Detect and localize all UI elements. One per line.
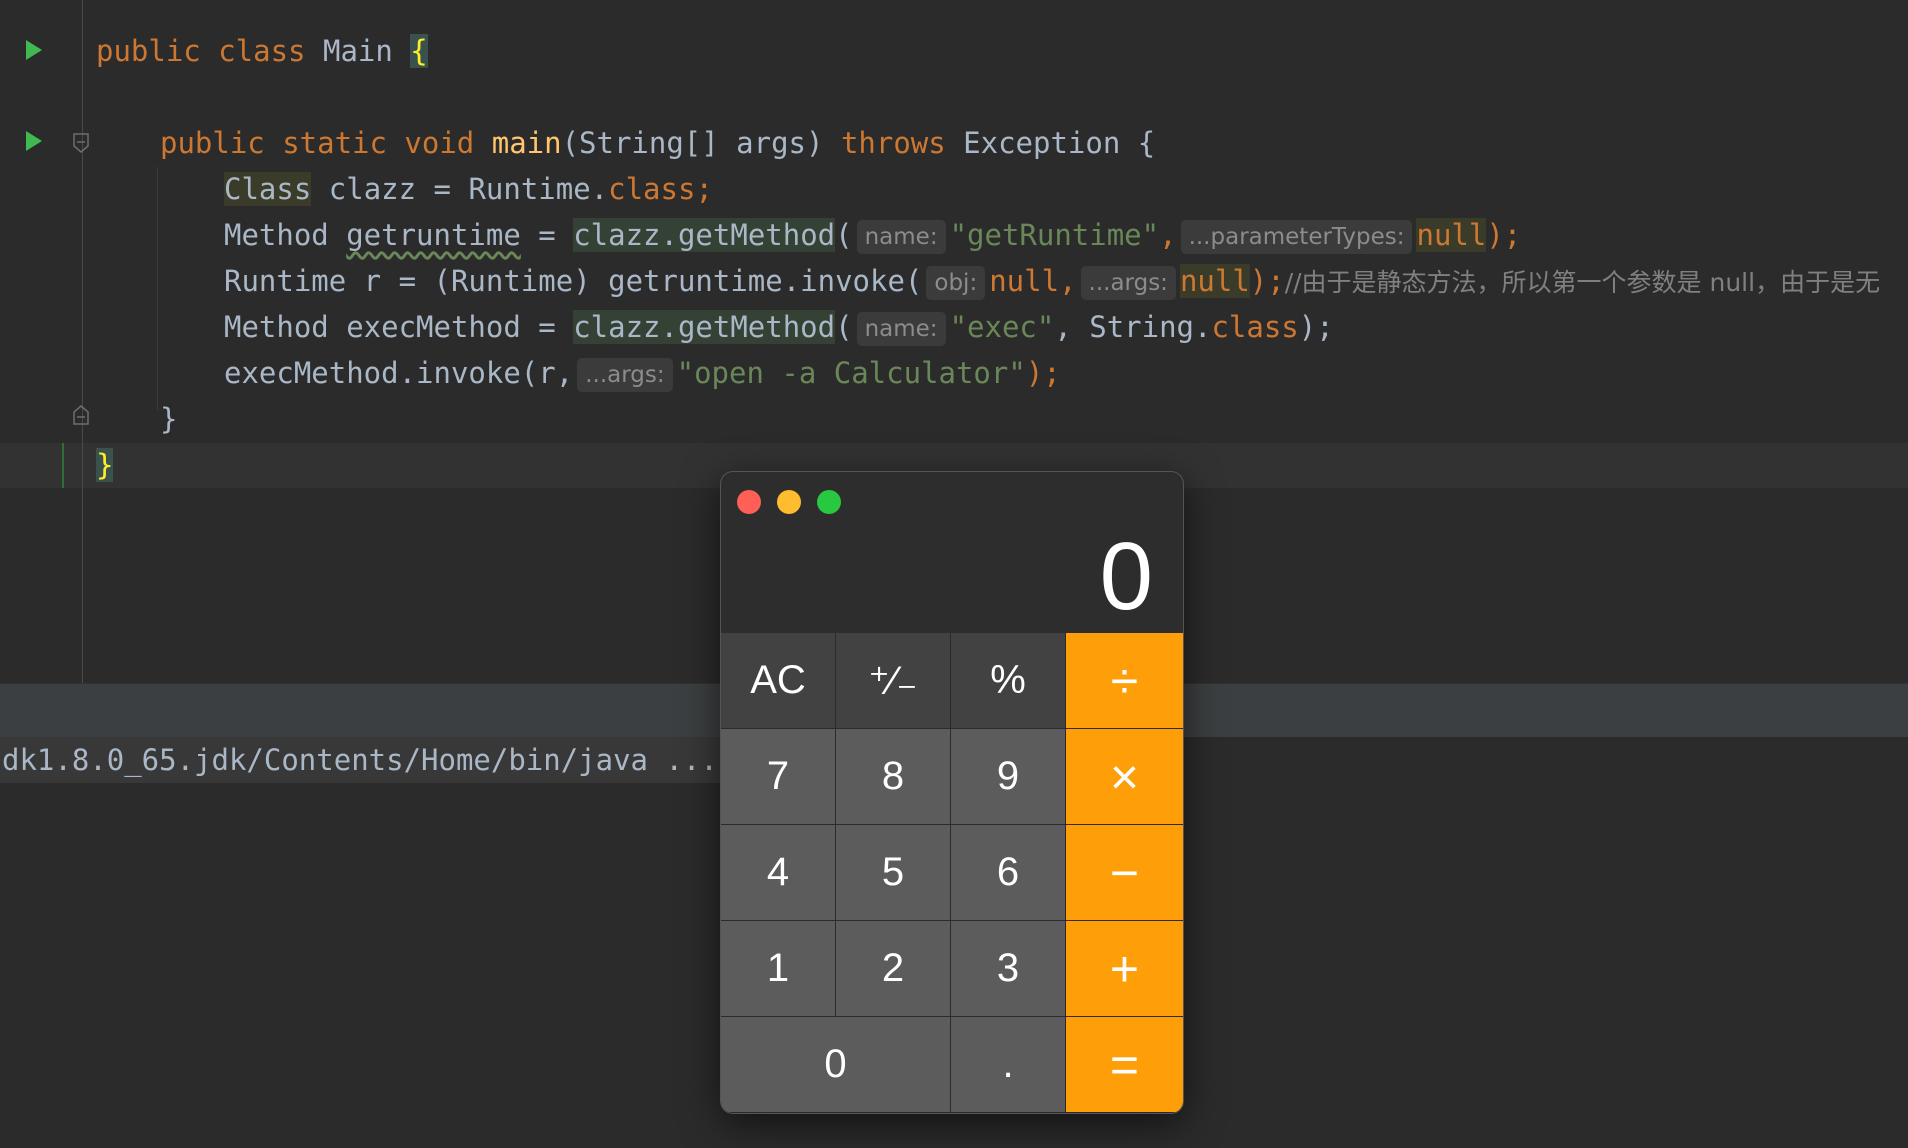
percent-button[interactable]: %: [951, 633, 1066, 729]
run-class-icon[interactable]: [26, 40, 42, 60]
code-line-7[interactable]: execMethod.invoke(r, ...args: "open -a Cal…: [224, 351, 1061, 395]
code-line-1[interactable]: public class Main {: [96, 29, 428, 73]
code-line-8[interactable]: }: [160, 397, 177, 441]
calculator-display: 0: [1099, 523, 1153, 630]
code-text: Method: [224, 218, 347, 252]
comma: ,: [1159, 218, 1177, 252]
keyword: throws: [840, 126, 946, 160]
decimal-point-button[interactable]: .: [951, 1017, 1066, 1113]
variable: getruntime: [346, 218, 521, 252]
brace: }: [96, 448, 114, 482]
minimize-button[interactable]: [777, 490, 801, 514]
code-text: );: [1486, 218, 1522, 252]
digit-6-button[interactable]: 6: [951, 825, 1066, 921]
calculator-window[interactable]: 0 AC ⁺∕₋ % ÷ 7 8 9 × 4 5 6 − 1 2 3 + 0 .…: [721, 472, 1183, 1113]
brace: {: [410, 34, 428, 68]
null-literal: null: [989, 264, 1060, 298]
method-call: clazz.getMethod: [573, 310, 836, 344]
code-text: );: [1249, 264, 1285, 298]
method-call: clazz.getMethod: [573, 218, 836, 252]
run-main-icon[interactable]: [26, 131, 42, 151]
keyword: class: [608, 172, 696, 206]
string-literal: "open -a Calculator": [676, 356, 1026, 390]
code-text: Runtime r = (Runtime) getruntime.invoke(: [224, 264, 923, 298]
string-literal: "exec": [949, 310, 1055, 344]
comment: //由于是静态方法，所以第一个参数是 null，由于是无: [1284, 268, 1881, 297]
digit-4-button[interactable]: 4: [721, 825, 836, 921]
digit-8-button[interactable]: 8: [836, 729, 951, 825]
equals-button[interactable]: =: [1066, 1017, 1183, 1113]
param-hint: name:: [856, 220, 946, 254]
calculator-keypad: AC ⁺∕₋ % ÷ 7 8 9 × 4 5 6 − 1 2 3 + 0 . =: [721, 633, 1183, 1113]
code-line-4[interactable]: Method getruntime = clazz.getMethod(name…: [224, 213, 1521, 257]
digit-3-button[interactable]: 3: [951, 921, 1066, 1017]
code-text: clazz = Runtime.: [311, 172, 609, 206]
digit-2-button[interactable]: 2: [836, 921, 951, 1017]
fold-end-icon[interactable]: [73, 405, 89, 425]
code-text: );: [1025, 356, 1061, 390]
digit-9-button[interactable]: 9: [951, 729, 1066, 825]
code-text: );: [1298, 310, 1334, 344]
digit-1-button[interactable]: 1: [721, 921, 836, 1017]
sign-toggle-button[interactable]: ⁺∕₋: [836, 633, 951, 729]
comma: ,: [1059, 264, 1077, 298]
code-text: =: [520, 218, 574, 252]
param-hint: name:: [856, 312, 946, 346]
type-name: Class: [224, 172, 312, 206]
gutter-separator: [82, 0, 83, 683]
keyword: public class: [96, 34, 323, 68]
code-text: (: [835, 218, 853, 252]
string-literal: "getRuntime": [949, 218, 1160, 252]
fold-start-icon[interactable]: [73, 133, 89, 153]
code-text: , String.: [1054, 310, 1212, 344]
minus-button[interactable]: −: [1066, 825, 1183, 921]
null-literal: null: [1179, 264, 1250, 298]
code-line-5[interactable]: Runtime r = (Runtime) getruntime.invoke(…: [224, 259, 1880, 303]
code-text: Exception {: [945, 126, 1156, 160]
divide-button[interactable]: ÷: [1066, 633, 1183, 729]
all-clear-button[interactable]: AC: [721, 633, 836, 729]
code-line-6[interactable]: Method execMethod = clazz.getMethod(name…: [224, 305, 1334, 349]
console-output-line: dk1.8.0_65.jdk/Contents/Home/bin/java ..…: [0, 737, 724, 783]
keyword: class: [1211, 310, 1299, 344]
param-hint: ...parameterTypes:: [1180, 220, 1413, 254]
class-name: Main: [322, 34, 411, 68]
digit-5-button[interactable]: 5: [836, 825, 951, 921]
zoom-button[interactable]: [817, 490, 841, 514]
close-button[interactable]: [737, 490, 761, 514]
param-hint: ...args:: [1080, 266, 1176, 300]
plus-button[interactable]: +: [1066, 921, 1183, 1017]
code-line-2[interactable]: public static void main(String[] args) t…: [160, 121, 1155, 165]
code-text: execMethod.invoke(r,: [224, 356, 574, 390]
param-hint: ...args:: [577, 358, 673, 392]
code-line-9[interactable]: }: [96, 443, 114, 487]
digit-0-button[interactable]: 0: [721, 1017, 951, 1113]
code-text: (: [835, 310, 853, 344]
semicolon: ;: [695, 172, 713, 206]
method-name: main: [491, 126, 562, 160]
change-marker: [62, 443, 64, 488]
keyword: public static void: [160, 126, 492, 160]
multiply-button[interactable]: ×: [1066, 729, 1183, 825]
null-literal: null: [1416, 218, 1487, 252]
code-text: Method execMethod =: [224, 310, 574, 344]
param-hint: obj:: [926, 266, 986, 300]
brace: }: [160, 402, 178, 436]
digit-7-button[interactable]: 7: [721, 729, 836, 825]
code-line-3[interactable]: Class clazz = Runtime.class;: [224, 167, 713, 211]
indent-guide: [157, 167, 158, 410]
params: (String[] args): [561, 126, 841, 160]
